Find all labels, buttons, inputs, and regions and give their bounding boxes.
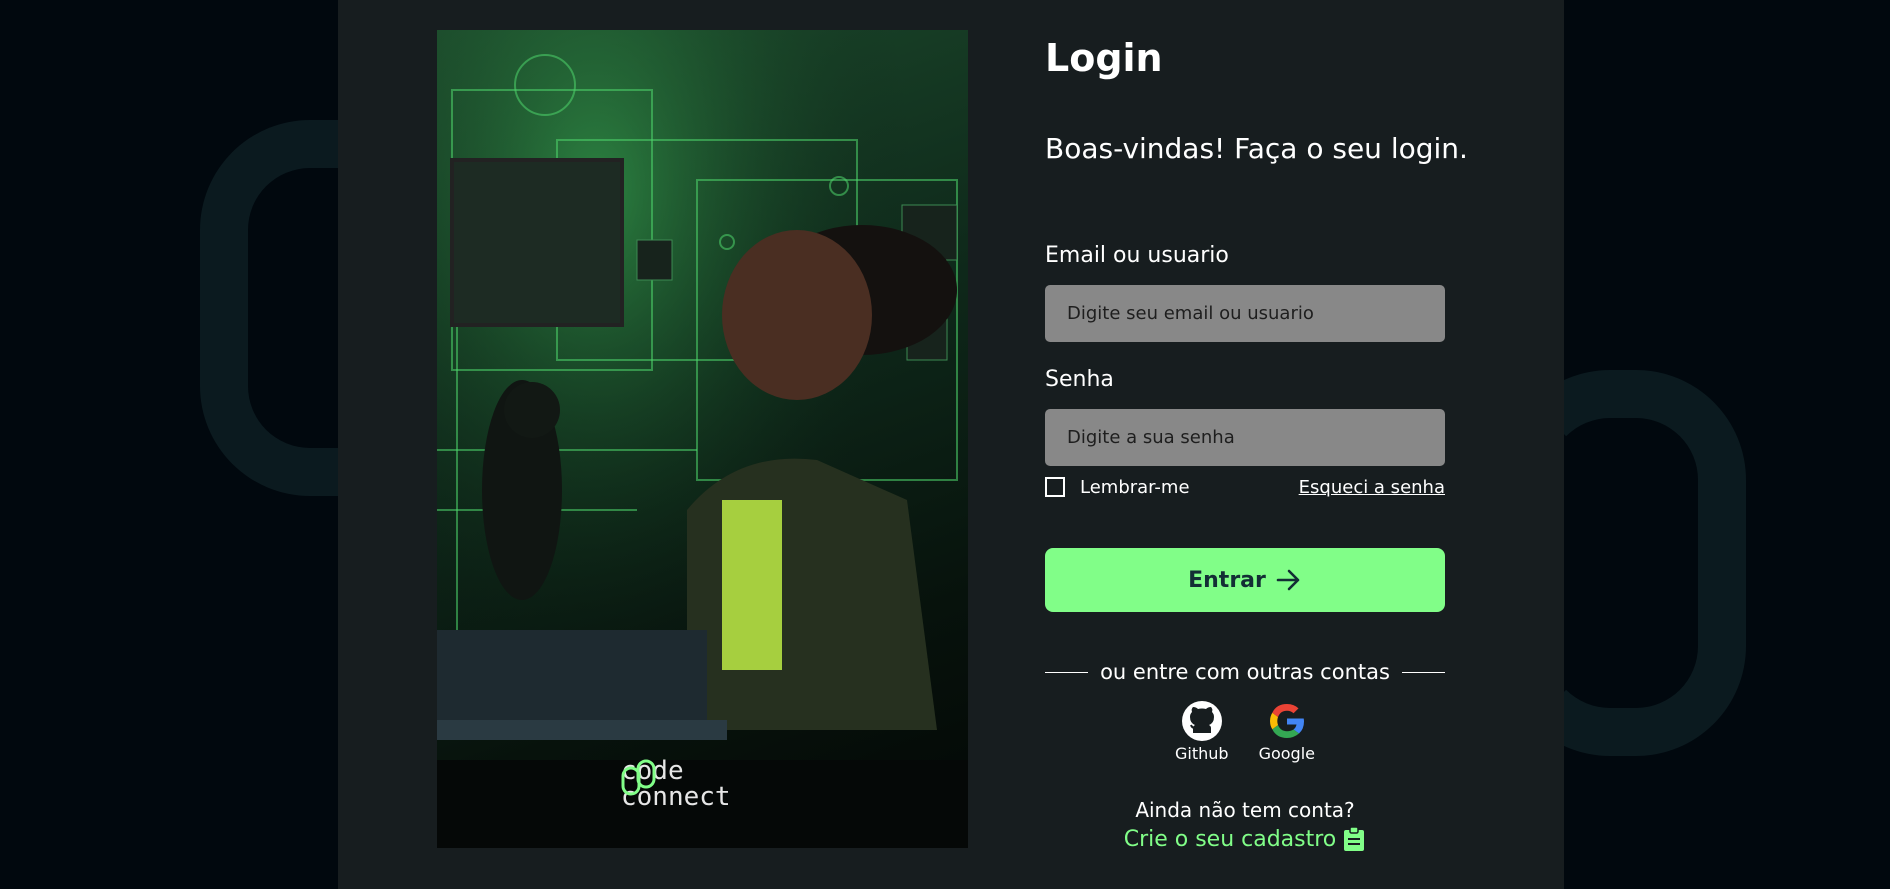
- github-label: Github: [1175, 744, 1229, 763]
- social-divider: ou entre com outras contas: [1045, 660, 1446, 684]
- divider-line-left: [1045, 671, 1089, 673]
- google-label: Google: [1258, 744, 1315, 763]
- google-login-button[interactable]: Google: [1259, 700, 1315, 763]
- google-icon: [1269, 704, 1304, 738]
- welcome-subtitle: Boas-vindas! Faça o seu login.: [1045, 132, 1468, 165]
- login-button[interactable]: Entrar: [1045, 548, 1445, 612]
- page-title: Login: [1045, 36, 1163, 80]
- email-input[interactable]: [1045, 285, 1445, 342]
- password-label: Senha: [1045, 367, 1114, 392]
- email-label: Email ou usuario: [1045, 243, 1229, 268]
- signup-link[interactable]: Crie o seu cadastro: [1045, 826, 1445, 852]
- hero-image: code connect: [437, 30, 968, 848]
- password-input[interactable]: [1045, 409, 1445, 466]
- divider-text: ou entre com outras contas: [1100, 660, 1390, 684]
- divider-line-right: [1401, 671, 1446, 673]
- remember-row: Lembrar-me Esqueci a senha: [1045, 476, 1445, 502]
- hero-illustration: [437, 30, 968, 848]
- arrow-right-icon: [1276, 569, 1300, 591]
- signup-link-label: Crie o seu cadastro: [1123, 826, 1337, 852]
- signup-prompt: Ainda não tem conta?: [1135, 798, 1355, 822]
- clipboard-icon: [1344, 826, 1365, 851]
- github-icon: [1181, 701, 1222, 741]
- login-button-label: Entrar: [1188, 567, 1266, 593]
- logo-mark-icon: [621, 759, 656, 796]
- remember-checkbox[interactable]: [1045, 477, 1065, 497]
- remember-label: Lembrar-me: [1080, 477, 1190, 498]
- code-connect-logo: code connect: [621, 758, 731, 810]
- github-login-button[interactable]: Github: [1175, 700, 1229, 763]
- forgot-password-link[interactable]: Esqueci a senha: [1299, 477, 1445, 498]
- login-panel: code connect Login Boas-vindas! Faça o s…: [338, 0, 1564, 889]
- social-logins: Github Google: [1045, 700, 1445, 763]
